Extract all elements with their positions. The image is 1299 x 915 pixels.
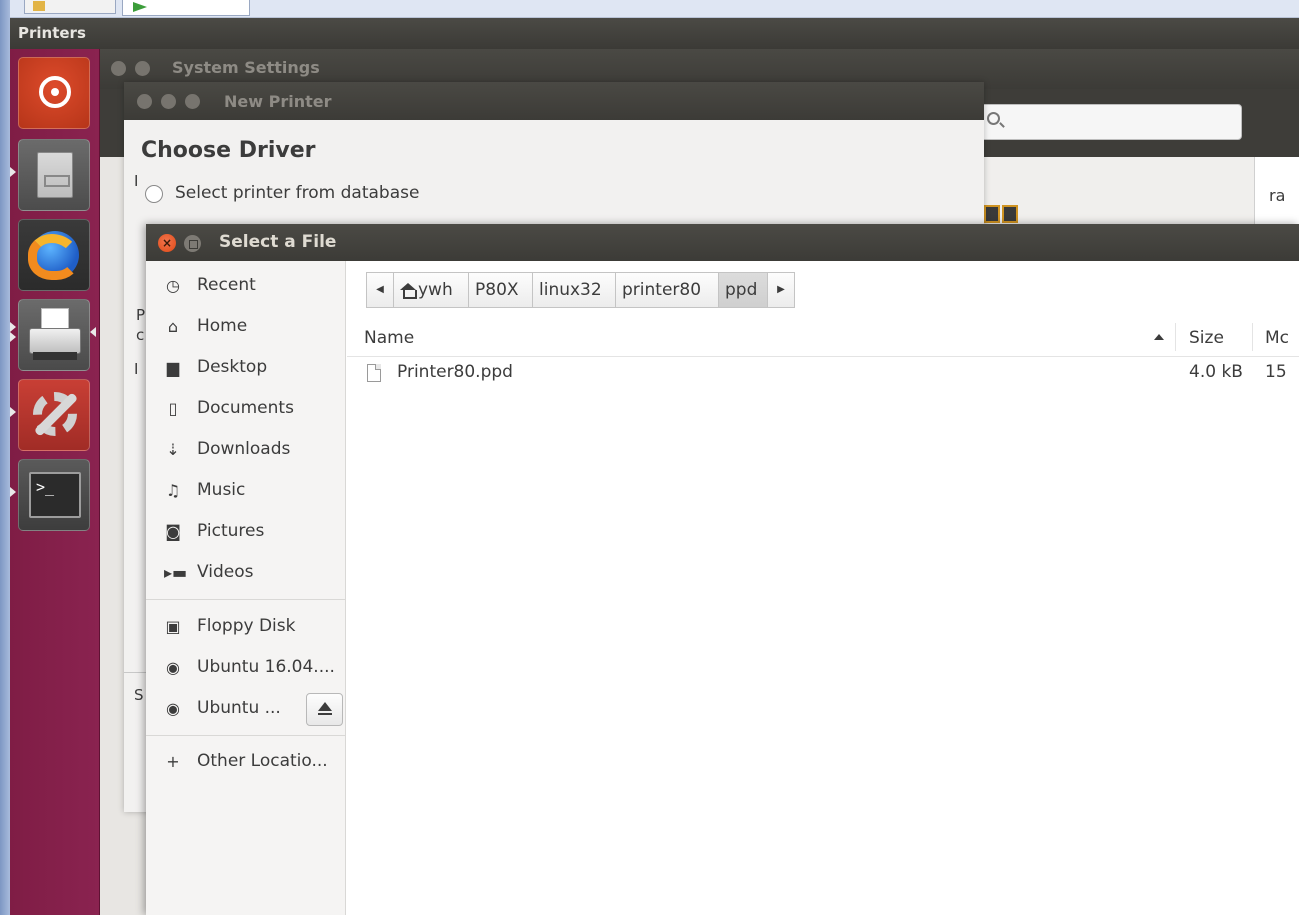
column-size-header[interactable]: Size — [1189, 328, 1224, 348]
sidebar-item-downloads[interactable]: ⇣ Downloads — [146, 430, 346, 470]
launcher-printers-button[interactable] — [18, 299, 90, 371]
running-indicator — [10, 407, 16, 417]
sidebar-item-videos[interactable]: ▸▬ Videos — [146, 553, 346, 593]
sidebar-item-ubuntu-1604[interactable]: ◉ Ubuntu 16.04.... — [146, 648, 346, 688]
host-tab[interactable] — [24, 0, 116, 14]
eject-icon — [318, 702, 332, 711]
column-modified-header[interactable]: Mc — [1265, 328, 1289, 348]
places-sidebar: ◷ Recent ⌂ Home ▆ Desktop ▯ Documents ⇣ … — [146, 261, 346, 915]
running-indicator — [10, 167, 16, 177]
printer-icon — [29, 328, 81, 354]
path-segment-current[interactable]: ppd — [718, 272, 768, 308]
running-indicator — [10, 322, 16, 332]
clipped-label: P — [136, 306, 146, 324]
search-icon — [987, 112, 1000, 125]
clipped-label: I — [134, 360, 139, 378]
file-modified: 15 — [1265, 362, 1287, 382]
launcher: >_ — [10, 49, 100, 915]
page-title: Choose Driver — [141, 138, 316, 163]
disc-icon: ◉ — [166, 658, 180, 677]
sidebar-item-desktop[interactable]: ▆ Desktop — [146, 348, 346, 388]
path-scroll-left-button[interactable]: ◀ — [366, 272, 394, 308]
plus-icon: + — [166, 752, 180, 771]
play-icon — [133, 2, 147, 12]
select-from-database-label: Select printer from database — [175, 183, 420, 203]
clipped-label: I — [134, 172, 139, 190]
close-button[interactable] — [137, 94, 152, 109]
path-segment-home[interactable]: ywh — [393, 272, 469, 308]
sidebar-item-other-locations[interactable]: + Other Locatio... — [146, 742, 346, 782]
file-size: 4.0 kB — [1189, 362, 1243, 382]
sidebar-item-home[interactable]: ⌂ Home — [146, 307, 346, 347]
top-panel-title: Printers — [18, 24, 86, 42]
truncated-label: ra — [1269, 186, 1286, 205]
path-segment[interactable]: P80X — [468, 272, 533, 308]
sidebar-item-floppy-disk[interactable]: ▣ Floppy Disk — [146, 607, 346, 647]
ubuntu-logo-icon — [39, 76, 71, 108]
floppy-icon: ▣ — [165, 617, 181, 636]
column-header: Name Size Mc — [347, 317, 1299, 357]
sidebar-item-documents[interactable]: ▯ Documents — [146, 389, 346, 429]
clipped-label: c — [136, 326, 145, 344]
sort-ascending-icon — [1154, 334, 1164, 340]
file-cabinet-icon — [37, 152, 73, 198]
launcher-terminal-button[interactable]: >_ — [18, 459, 90, 531]
path-segment[interactable]: printer80 — [615, 272, 719, 308]
download-icon: ⇣ — [166, 440, 180, 459]
launcher-settings-button[interactable] — [18, 379, 90, 451]
launcher-dash-button[interactable] — [18, 57, 90, 129]
launcher-firefox-button[interactable] — [18, 219, 90, 291]
file-name: Printer80.ppd — [397, 362, 513, 382]
eject-button[interactable] — [306, 693, 343, 726]
printer-tile-icons — [980, 205, 1026, 223]
window-title: New Printer — [224, 92, 332, 111]
sidebar-item-music[interactable]: ♫ Music — [146, 471, 346, 511]
folder-icon — [33, 1, 45, 11]
host-window-edge — [0, 0, 10, 915]
sidebar-item-ubuntu-disc[interactable]: ◉ Ubuntu ... — [146, 689, 346, 729]
music-icon: ♫ — [165, 481, 181, 500]
minimize-button[interactable] — [161, 94, 176, 109]
camera-icon: ◙ — [165, 522, 181, 541]
folder-icon: ▆ — [166, 358, 180, 377]
focused-indicator — [90, 327, 96, 337]
maximize-button[interactable] — [185, 94, 200, 109]
maximize-button[interactable] — [184, 235, 201, 252]
path-segment[interactable]: linux32 — [532, 272, 616, 308]
sidebar-item-recent[interactable]: ◷ Recent — [146, 266, 346, 306]
column-name-header[interactable]: Name — [364, 328, 414, 348]
new-printer-titlebar: New Printer — [124, 82, 984, 120]
clipped-label: S — [134, 686, 144, 704]
window-title: System Settings — [172, 58, 320, 77]
host-window-strip — [0, 0, 1299, 18]
terminal-icon: >_ — [29, 472, 81, 518]
minimize-button[interactable] — [135, 61, 150, 76]
file-list-pane: ◀ ywh P80X linux32 printer80 ppd ▶ Name … — [347, 261, 1299, 915]
close-button[interactable]: × — [158, 234, 176, 252]
select-file-dialog: × Select a File ◷ Recent ⌂ Home ▆ Deskto… — [146, 224, 1299, 915]
home-icon — [400, 283, 417, 299]
video-icon: ▸▬ — [164, 563, 188, 582]
home-icon: ⌂ — [167, 317, 179, 336]
table-row[interactable]: Printer80.ppd 4.0 kB 15 — [347, 357, 1299, 391]
sidebar-item-pictures[interactable]: ◙ Pictures — [146, 512, 346, 552]
running-indicator — [10, 487, 16, 497]
host-tab-active[interactable] — [122, 0, 250, 16]
select-from-database-radio[interactable] — [145, 185, 163, 203]
path-scroll-right-button[interactable]: ▶ — [767, 272, 795, 308]
select-file-titlebar: × Select a File — [146, 224, 1299, 261]
running-indicator — [10, 332, 16, 342]
window-title: Select a File — [219, 232, 337, 252]
launcher-files-button[interactable] — [18, 139, 90, 211]
search-input[interactable] — [980, 104, 1242, 140]
document-icon: ▯ — [168, 399, 178, 418]
clock-icon: ◷ — [166, 276, 180, 295]
file-icon — [367, 364, 381, 382]
disc-icon: ◉ — [166, 699, 180, 718]
top-panel: Printers — [10, 18, 1299, 49]
close-button[interactable] — [111, 61, 126, 76]
